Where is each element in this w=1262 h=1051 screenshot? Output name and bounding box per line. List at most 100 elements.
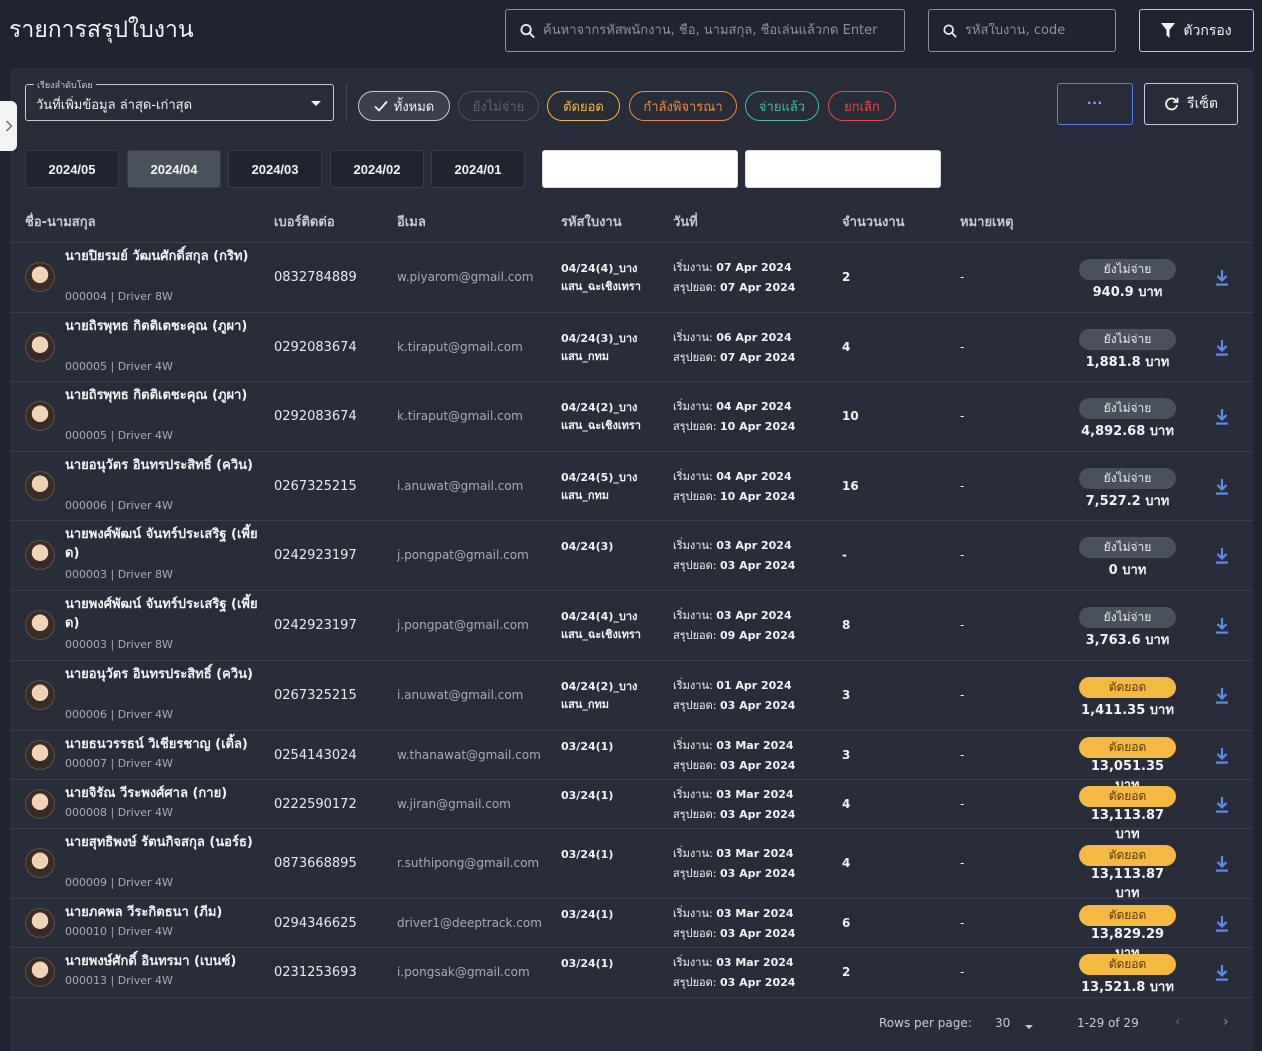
download-icon[interactable] [1214,915,1230,933]
phone-number: 0242923197 [274,548,357,563]
table-row[interactable]: นายถิรพุทธ กิตติเตชะคุณ (ภูผา) 000005 | D… [10,382,1253,452]
table-row[interactable]: นายปิยรมย์ วัฒนศักดิ์สกุล (กริท) 000004 |… [10,243,1253,313]
email-address: j.pongpat@gmail.com [397,548,529,562]
status-chip-cut[interactable]: ตัดยอด [547,91,620,121]
refresh-icon [1165,97,1179,110]
table-row[interactable]: นายพงศ์พัฒน์ จันทร์ประเสริฐ (เพี้ยด) 0000… [10,591,1253,661]
status-badge: ตัดยอด [1079,904,1176,926]
rows-per-page-label: Rows per page: [879,1016,972,1030]
download-icon[interactable] [1214,687,1230,705]
month-tab[interactable]: 2024/05 [25,150,119,188]
code-search-input[interactable] [964,23,1115,38]
status-badge: ยังไม่จ่าย [1079,467,1176,489]
status-badge: ตัดยอด [1079,845,1176,866]
end-date-value: 03 Apr 2024 [720,926,796,940]
table-header: ชื่อ-นามสกุล เบอร์ติดต่อ อีเมล รหัสใบงาน… [0,211,1262,233]
end-date-value: 03 Apr 2024 [720,976,796,989]
download-icon[interactable] [1214,408,1230,426]
chevron-right-icon [5,120,13,132]
table-row[interactable]: นายพงศ์พัฒน์ จันทร์ประเสริฐ (เพี้ยด) 0000… [10,521,1253,591]
job-count: 2 [842,270,851,284]
avatar [25,610,55,640]
status-badge: ตัดยอด [1079,736,1176,758]
status-chip-paid[interactable]: จ่ายแล้ว [745,91,819,121]
start-date-input[interactable] [542,150,738,188]
table-row[interactable]: นายพงษ์ศักดิ์ อินทรมา (เบนซ์) 000013 | Dr… [10,948,1253,998]
search-icon [520,23,535,38]
avatar [25,848,55,878]
start-date-value: 04 Apr 2024 [716,400,792,413]
start-date: เริ่มงาน: 04 Apr 2024 [673,467,795,487]
search-input[interactable] [543,23,904,38]
driver-id-type: 000008 | Driver 4W [65,806,173,819]
download-icon[interactable] [1214,855,1230,873]
next-page-icon[interactable]: › [1223,1014,1229,1030]
status-chip-unpaid[interactable]: ยังไม่จ่าย [458,91,539,121]
sidebar-toggle[interactable] [0,101,17,151]
status-badge: ยังไม่จ่าย [1079,259,1176,280]
table-row[interactable]: นายธนวรรธน์ วิเชียรชาญ (เติ้ล) 000007 | D… [10,731,1253,793]
month-tab[interactable]: 2024/03 [228,150,322,188]
reset-button[interactable]: รีเซ็ต [1144,83,1238,125]
month-tab-active[interactable]: 2024/04 [127,150,221,188]
month-tab[interactable]: 2024/02 [330,150,424,188]
email-address: i.anuwat@gmail.com [397,688,524,702]
job-code: 03/24(1) [561,957,614,970]
start-date: เริ่มงาน: 03 Mar 2024 [673,904,795,924]
email-address: w.thanawat@gmail.com [397,747,541,762]
phone-number: 0292083674 [274,339,357,355]
end-date-label: สรุปยอด: [673,559,717,572]
end-date: สรุปยอด: 10 Apr 2024 [673,417,795,437]
download-icon[interactable] [1214,269,1230,287]
end-date: สรุปยอด: 03 Apr 2024 [673,556,795,576]
download-icon[interactable] [1214,747,1230,765]
job-dates: เริ่มงาน: 03 Mar 2024 สรุปยอด: 03 Apr 202… [673,904,795,944]
end-date-label: สรุปยอด: [673,629,717,642]
driver-id-type: 000004 | Driver 8W [65,290,173,303]
sort-select[interactable]: เรียงลำดับโดย วันที่เพิ่มข้อมูล ล่าสุด-เ… [25,78,334,121]
status-chip-cancel[interactable]: ยกเลิก [828,91,896,121]
month-tab[interactable]: 2024/01 [431,150,525,188]
end-date-value: 10 Apr 2024 [720,420,796,433]
end-date-input[interactable] [745,150,941,188]
more-button[interactable]: ··· [1057,83,1133,125]
prev-page-icon[interactable]: ‹ [1175,1014,1181,1030]
table-row[interactable]: นายจิรัณ วีระพงศ์ศาล (กาย) 000008 | Drive… [10,780,1253,842]
table-row[interactable]: นายภคพล วีระกิตธนา (ภีม) 000010 | Driver … [10,899,1253,961]
table-row[interactable]: นายสุทธิพงษ์ รัตนกิจสกุล (นอร์ธ) 000009 |… [10,829,1253,901]
status-badge: ยังไม่จ่าย [1079,398,1176,419]
end-date: สรุปยอด: 03 Apr 2024 [673,924,795,944]
status-chip-all[interactable]: ทั้งหมด [358,91,450,121]
search-box[interactable] [505,9,905,52]
table-row[interactable]: นายถิรพุทธ กิตติเตชะคุณ (ภูผา) 000005 | D… [10,313,1253,382]
job-note: - [960,339,965,354]
end-date-label: สรุปยอด: [673,350,717,364]
table-row[interactable]: นายอนุวัตร อินทรประสิทธิ์ (ควิน) 000006 |… [10,452,1253,521]
download-icon[interactable] [1214,547,1230,565]
filter-button[interactable]: ตัวกรอง [1139,9,1254,52]
download-icon[interactable] [1214,339,1230,357]
phone-number: 0873668895 [274,856,357,871]
caret-down-icon[interactable] [1025,1025,1033,1029]
code-search-box[interactable] [928,9,1116,52]
rows-per-page-select[interactable]: 30 [995,1016,1010,1030]
download-icon[interactable] [1214,478,1230,496]
download-icon[interactable] [1214,796,1230,814]
download-icon[interactable] [1214,964,1230,982]
end-date-value: 03 Apr 2024 [720,699,796,712]
start-date-label: เริ่มงาน: [673,679,713,692]
start-date-label: เริ่มงาน: [673,847,713,860]
driver-id-type: 000006 | Driver 4W [65,708,173,721]
driver-name: นายสุทธิพงษ์ รัตนกิจสกุล (นอร์ธ) [65,835,253,850]
avatar [25,739,55,770]
job-note: - [960,548,965,562]
status-chip-review[interactable]: กำลังพิจารณา [629,91,737,121]
download-icon[interactable] [1214,617,1230,635]
driver-id-type: 000005 | Driver 4W [65,429,173,442]
job-code: 04/24(4)_บางแสน_ฉะเชิงเทรา [561,610,641,641]
table-row[interactable]: นายอนุวัตร อินทรประสิทธิ์ (ควิน) 000006 |… [10,661,1253,731]
avatar [25,957,55,987]
email-address: i.pongsak@gmail.com [397,965,530,979]
start-date-value: 03 Mar 2024 [716,738,794,752]
job-note: - [960,270,965,284]
